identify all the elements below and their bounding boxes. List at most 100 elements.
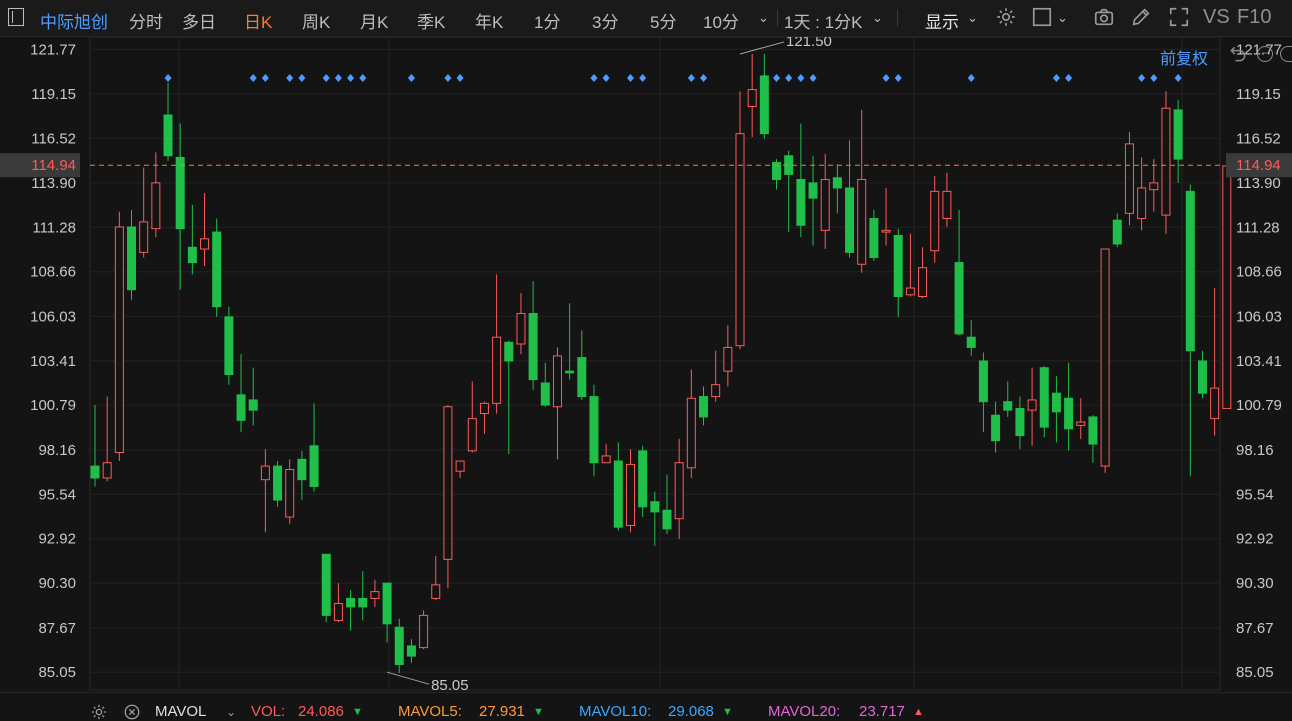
gear-icon[interactable] — [995, 6, 1017, 28]
indicator-settings-gear-icon[interactable] — [90, 703, 108, 721]
candle-up — [516, 312, 526, 345]
y-tick-right: 119.15 — [1236, 86, 1281, 103]
layout-chevron-icon[interactable]: ⌄ — [1057, 10, 1068, 26]
tab-multiday[interactable]: 多日 — [182, 8, 216, 33]
current-price-line: 114.94 114.94 — [0, 153, 1292, 178]
y-tick-right: 98.16 — [1236, 442, 1274, 459]
indicator-bar: MAVOL ⌄ VOL: 24.086 ▼ MAVOL5: 27.931 ▼ M… — [0, 692, 1292, 720]
candle-down — [163, 114, 173, 157]
layout-square-icon[interactable] — [1031, 6, 1053, 28]
divider — [897, 9, 898, 27]
candle-up — [260, 465, 270, 481]
y-tick-left: 100.79 — [30, 397, 76, 414]
tab-yearly-k[interactable]: 年K — [475, 8, 503, 33]
y-tick-left: 108.66 — [30, 264, 76, 281]
vs-button[interactable]: VS — [1203, 6, 1230, 29]
candle-up — [370, 591, 380, 599]
candle-down — [382, 582, 392, 625]
y-tick-left: 119.15 — [31, 86, 76, 103]
indicator-name[interactable]: MAVOL — [155, 703, 206, 720]
event-marker — [687, 74, 695, 82]
tab-5min[interactable]: 5分 — [650, 8, 676, 33]
candlesticks — [90, 53, 1232, 674]
candle-up — [674, 462, 684, 520]
min-price-label: 85.05 — [431, 677, 469, 692]
stock-name[interactable]: 中际旭创 — [40, 8, 108, 33]
plot-frame — [89, 37, 1221, 691]
tab-quarterly-k[interactable]: 季K — [417, 8, 445, 33]
fullscreen-icon[interactable] — [1168, 6, 1190, 28]
display-menu[interactable]: 显示 — [925, 8, 959, 33]
max-annotation-line — [739, 41, 785, 55]
price-adjust-toggle[interactable]: 前复权 — [1160, 45, 1208, 69]
tab-weekly-k[interactable]: 周K — [302, 8, 330, 33]
display-chevron-icon[interactable]: ⌄ — [967, 10, 978, 26]
y-tick-left: 85.05 — [38, 664, 76, 681]
candle-up — [151, 182, 161, 230]
event-marker — [1065, 74, 1073, 82]
event-marker — [590, 74, 598, 82]
candle-up — [1210, 387, 1220, 420]
period-chevron-icon[interactable]: ⌄ — [872, 10, 883, 26]
mavol20-up-icon: ▲ — [913, 706, 924, 718]
candle-down — [346, 597, 356, 608]
event-marker — [164, 74, 172, 82]
event-marker — [456, 74, 464, 82]
tab-3min[interactable]: 3分 — [592, 8, 618, 33]
divider — [777, 9, 778, 27]
kline-chart[interactable]: 121.77 119.15 116.52 113.90 111.28 108.66 106.… — [0, 37, 1292, 692]
vol-label: VOL: — [251, 703, 286, 720]
more-periods-chevron-icon[interactable]: ⌄ — [758, 10, 769, 26]
candle-up — [1137, 187, 1147, 219]
event-marker — [1174, 74, 1182, 82]
event-marker — [785, 74, 793, 82]
y-tick-left: 90.30 — [38, 575, 76, 592]
candle-down — [248, 399, 258, 411]
tab-1min[interactable]: 1分 — [534, 8, 560, 33]
candle-down — [127, 226, 137, 291]
current-price-right: 114.94 — [1236, 157, 1281, 174]
mavol20-value: 23.717 — [859, 703, 905, 720]
y-tick-right: 85.05 — [1236, 664, 1274, 681]
candle-down — [893, 234, 903, 298]
tab-intraday[interactable]: 分时 — [129, 8, 163, 33]
y-tick-right: 113.90 — [1236, 175, 1281, 192]
candle-down — [212, 231, 222, 308]
event-marker — [347, 74, 355, 82]
event-marker — [359, 74, 367, 82]
zoom-in-icon[interactable] — [1280, 46, 1292, 62]
candle-down — [759, 75, 769, 135]
event-marker — [773, 74, 781, 82]
toolbar: 中际旭创 分时 多日 日K 周K 月K 季K 年K 1分 3分 5分 10分 ⌄… — [0, 0, 1292, 37]
min-annotation-line — [386, 671, 430, 685]
candle-down — [528, 312, 538, 381]
candle-up — [333, 602, 343, 621]
tab-10min[interactable]: 10分 — [703, 8, 739, 33]
event-marker — [626, 74, 634, 82]
indicator-chevron-icon[interactable]: ⌄ — [226, 705, 236, 719]
event-marker — [261, 74, 269, 82]
sidebar-toggle-icon[interactable] — [8, 8, 24, 26]
period-select[interactable]: 1天 : 1分K — [784, 8, 862, 33]
current-price-left: 114.94 — [31, 157, 76, 174]
pencil-icon[interactable] — [1130, 6, 1152, 28]
candle-down — [394, 626, 404, 666]
candle-down — [796, 178, 806, 226]
zoom-out-icon[interactable]: − — [1257, 46, 1273, 62]
mavol20-label: MAVOL20: — [768, 703, 841, 720]
candle-down — [613, 460, 623, 528]
candle-up — [443, 406, 453, 560]
undo-icon[interactable] — [1228, 44, 1248, 64]
tab-monthly-k[interactable]: 月K — [360, 8, 388, 33]
vol-down-icon: ▼ — [352, 706, 363, 718]
camera-icon[interactable] — [1093, 6, 1115, 28]
event-marker — [444, 74, 452, 82]
tab-daily-k[interactable]: 日K — [244, 8, 272, 33]
candle-down — [650, 501, 660, 513]
f10-button[interactable]: F10 — [1237, 6, 1271, 29]
mavol10-value: 29.068 — [668, 703, 714, 720]
candle-up — [139, 221, 149, 253]
y-tick-right: 95.54 — [1236, 486, 1274, 503]
close-indicator-icon[interactable] — [123, 703, 141, 721]
event-marker — [1052, 74, 1060, 82]
